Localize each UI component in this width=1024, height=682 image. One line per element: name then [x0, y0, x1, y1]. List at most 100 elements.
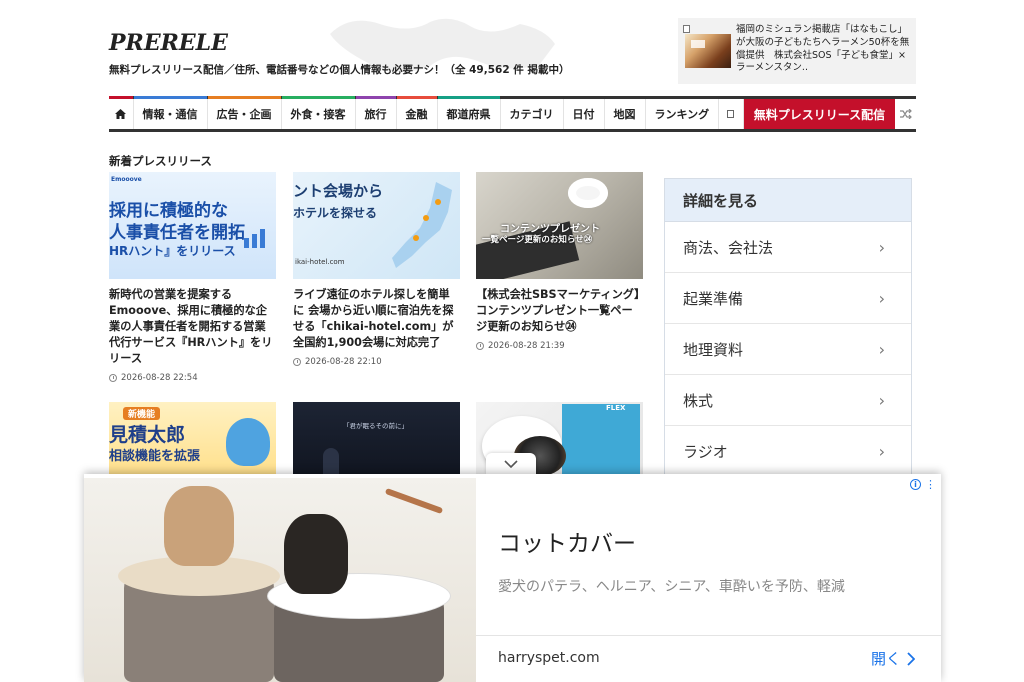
shuffle-icon	[899, 109, 912, 119]
nav-item-ad-planning[interactable]: 広告・企画	[207, 96, 282, 129]
ad-info[interactable]: i ⋮	[910, 478, 936, 491]
sidebar-item-label: ラジオ	[683, 442, 728, 461]
ad-domain[interactable]: harryspet.com	[498, 650, 600, 666]
sidebar-item-startup-prep[interactable]: 起業準備 ›	[665, 273, 911, 324]
main-nav: 情報・通信 広告・企画 外食・接客 旅行 金融 都道府県 カテゴリ 日付 地図 …	[109, 96, 916, 132]
clock-icon	[109, 374, 117, 382]
free-press-release-button[interactable]: 無料プレスリリース配信	[743, 99, 896, 129]
nav-item-date[interactable]: 日付	[564, 99, 605, 129]
thumbnail-text: 一覧ページ更新のお知らせ㉔	[482, 235, 593, 245]
chevron-right-icon: ›	[878, 237, 885, 257]
nav-item-prefectures[interactable]: 都道府県	[437, 96, 501, 129]
article-title[interactable]: 【株式会社SBSマーケティング】コンテンツプレゼント一覧ページ更新のお知らせ㉔	[476, 287, 643, 335]
ad-open-button[interactable]: 開く	[871, 648, 915, 669]
nav-item-label: 外食・接客	[290, 108, 346, 121]
sidebar-heading: 詳細を見る	[665, 179, 911, 222]
nav-item-label: 日付	[572, 108, 595, 121]
date-text: 2026-08-28 21:39	[488, 341, 565, 351]
sidebar-item-label: 株式	[683, 391, 714, 410]
thumbnail-text: 人事責任者を開拓	[109, 223, 245, 243]
article-thumbnail[interactable]: ント会場から ホテルを探せる ikai-hotel.com	[293, 172, 460, 279]
sidebar-item-radio[interactable]: ラジオ ›	[665, 426, 911, 477]
chevron-right-icon	[907, 651, 915, 666]
nav-color-bar	[133, 96, 207, 99]
nav-item-label: カテゴリ	[509, 108, 554, 121]
thumbnail-text: FLEX	[606, 404, 626, 412]
chevron-right-icon: ›	[878, 339, 885, 359]
ad-image[interactable]	[84, 478, 476, 682]
nav-home[interactable]	[109, 96, 134, 129]
nav-item-info-comm[interactable]: 情報・通信	[133, 96, 208, 129]
nav-color-bar	[207, 96, 281, 99]
thumbnail-text: 「君が眠るその前に」	[343, 422, 408, 430]
nav-item-food-service[interactable]: 外食・接客	[281, 96, 356, 129]
dog-left	[164, 486, 234, 566]
thumbnail-text: ント会場から	[293, 182, 384, 200]
article-title[interactable]: ライブ遠征のホテル探しを簡単に 会場から近い順に宿泊先を探せる「chikai-h…	[293, 287, 460, 351]
ad-open-label: 開く	[870, 650, 901, 668]
nav-shuffle[interactable]	[895, 99, 916, 129]
checkbox-icon	[683, 25, 690, 33]
clock-icon	[476, 342, 484, 350]
nav-item-icon[interactable]	[719, 99, 744, 129]
cup-illustration	[568, 178, 608, 208]
sidebar-item-label: 商法、会社法	[683, 238, 774, 257]
thumbnail-text: 見積太郎	[109, 424, 186, 446]
sidebar-item-label: 起業準備	[683, 289, 744, 308]
info-icon: i	[910, 479, 921, 490]
thumbnail-text: ホテルを探せる	[293, 206, 378, 220]
ad-description: 愛犬のパテラ、ヘルニア、シニア、車酔いを予防、軽減	[498, 579, 845, 595]
home-icon	[115, 109, 127, 119]
nav-color-bar	[281, 96, 355, 99]
thumbnail-text: 相談機能を拡張	[109, 449, 201, 464]
nav-color-bar	[396, 96, 437, 99]
chevron-down-icon	[504, 460, 518, 468]
clock-icon	[293, 358, 301, 366]
product-box-illustration	[562, 404, 640, 474]
nav-item-ranking[interactable]: ランキング	[646, 99, 720, 129]
thumbnail-text: ikai-hotel.com	[295, 258, 345, 266]
article-date: 2026-08-28 21:39	[476, 341, 643, 351]
sidebar-item-commercial-law[interactable]: 商法、会社法 ›	[665, 222, 911, 273]
nav-item-category[interactable]: カテゴリ	[501, 99, 564, 129]
article-card[interactable]: Emooove 採用に積極的な 人事責任者を開拓 HRハント』をリリース 新時代…	[109, 172, 276, 383]
ad-collapse-toggle[interactable]	[486, 453, 536, 475]
featured-article-thumbnail[interactable]	[685, 34, 731, 68]
nav-item-label: 金融	[405, 108, 428, 121]
dog-right	[284, 514, 348, 594]
section-title: 新着プレスリリース	[109, 154, 212, 168]
square-icon	[727, 110, 735, 118]
article-thumbnail[interactable]: Emooove 採用に積極的な 人事責任者を開拓 HRハント』をリリース	[109, 172, 276, 279]
chevron-right-icon: ›	[878, 441, 885, 461]
stroller-handle	[384, 487, 444, 515]
nav-item-travel[interactable]: 旅行	[355, 96, 397, 129]
nav-item-label: ランキング	[654, 108, 710, 121]
ad-title[interactable]: コットカバー	[498, 524, 636, 558]
article-card[interactable]: コンテンツプレゼント 一覧ページ更新のお知らせ㉔ 【株式会社SBSマーケティング…	[476, 172, 643, 351]
page: PRERELE 無料プレスリリース配信／住所、電話番号などの個人情報も必要ナシ！…	[0, 0, 1024, 682]
nav-item-map[interactable]: 地図	[605, 99, 646, 129]
article-card[interactable]: ント会場から ホテルを探せる ikai-hotel.com ライブ遠征のホテル探…	[293, 172, 460, 367]
article-date: 2026-08-28 22:10	[293, 357, 460, 367]
date-text: 2026-08-28 22:54	[121, 373, 198, 383]
thumbnail-text: 新機能	[123, 407, 161, 420]
thumbnail-text: HRハント』をリリース	[109, 244, 236, 258]
nav-item-label: 都道府県	[446, 108, 491, 121]
map-illustration	[392, 182, 452, 268]
sidebar-item-stocks[interactable]: 株式 ›	[665, 375, 911, 426]
site-logo[interactable]: PRERELE	[109, 30, 228, 56]
anchor-ad[interactable]: i ⋮ コットカバー 愛犬のパテラ、ヘルニア、シニア、車酔いを予防、軽減 harr…	[84, 474, 941, 682]
chevron-right-icon: ›	[878, 288, 885, 308]
nav-color-bar	[437, 96, 500, 99]
article-title[interactable]: 新時代の営業を提案する Emooove、採用に積極的な企業の人事責任者を開拓する…	[109, 287, 276, 367]
article-thumbnail[interactable]: コンテンツプレゼント 一覧ページ更新のお知らせ㉔	[476, 172, 643, 279]
sidebar-item-geography[interactable]: 地理資料 ›	[665, 324, 911, 375]
featured-article-card[interactable]: 福岡のミシュラン掲載店「はなもこし」が大阪の子どもたちへラーメン50杯を無償提供…	[678, 18, 916, 84]
featured-article-title[interactable]: 福岡のミシュラン掲載店「はなもこし」が大阪の子どもたちへラーメン50杯を無償提供…	[736, 24, 912, 75]
sidebar-details: 詳細を見る 商法、会社法 › 起業準備 › 地理資料 › 株式 › ラジオ ›	[664, 178, 912, 478]
nav-item-finance[interactable]: 金融	[396, 96, 438, 129]
more-options-icon: ⋮	[925, 478, 936, 491]
date-text: 2026-08-28 22:10	[305, 357, 382, 367]
chevron-right-icon: ›	[878, 390, 885, 410]
nav-item-label: 広告・企画	[216, 108, 272, 121]
